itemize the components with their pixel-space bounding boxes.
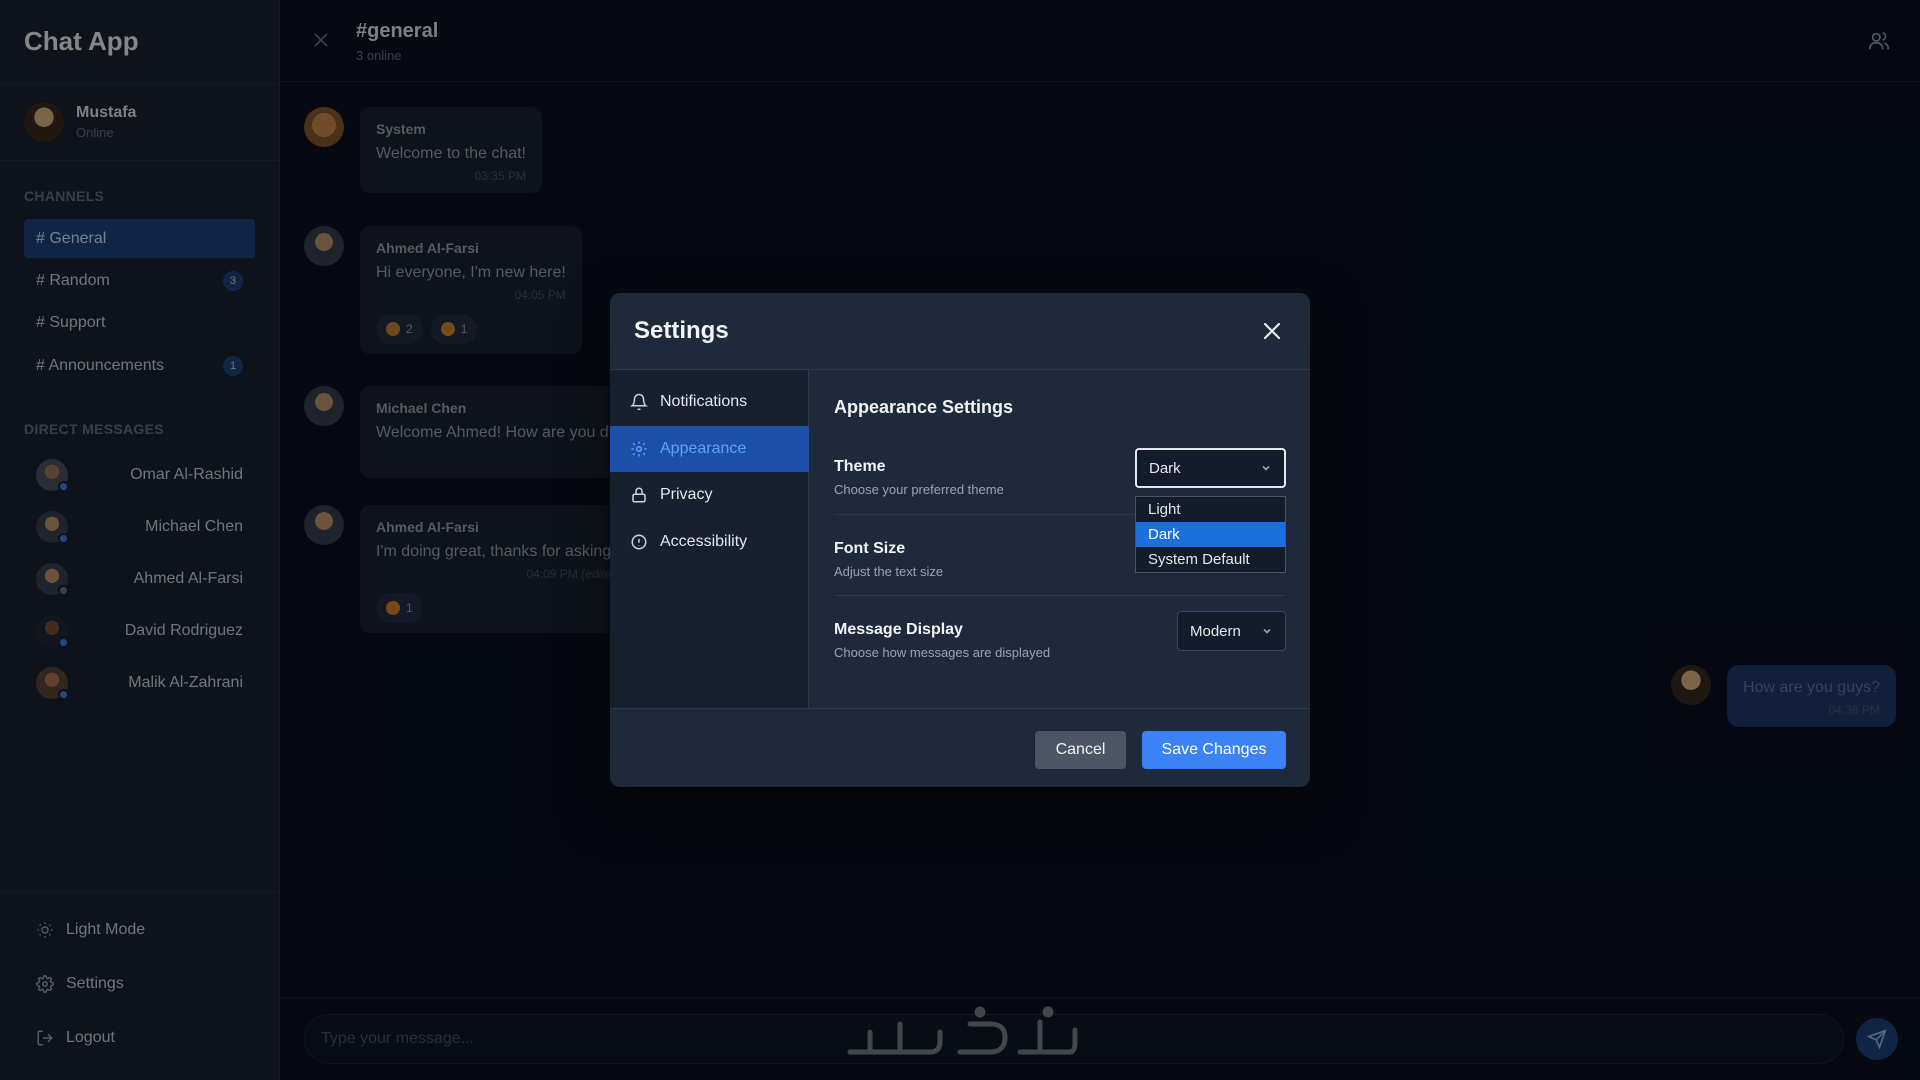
modal-title: Settings [634,317,729,344]
nav-label: Notifications [660,393,748,410]
select-value: Modern [1190,622,1241,640]
modal-footer: Cancel Save Changes [610,708,1310,787]
close-icon[interactable] [1262,321,1282,341]
info-icon [631,534,647,550]
modal-header: Settings [610,293,1310,370]
theme-dropdown: Light Dark System Default [1135,496,1286,573]
settings-nav: Notifications Appearance Privacy Accessi… [610,370,809,708]
tab-privacy[interactable]: Privacy [610,472,809,518]
select-value: Dark [1149,459,1181,477]
message-display-select[interactable]: Modern [1177,611,1286,651]
tab-accessibility[interactable]: Accessibility [610,519,809,565]
chevron-down-icon [1262,465,1270,471]
tab-appearance[interactable]: Appearance [610,426,809,472]
theme-option-light[interactable]: Light [1136,497,1285,522]
theme-select[interactable]: Dark [1135,448,1286,488]
theme-option-system-default[interactable]: System Default [1136,547,1285,572]
save-changes-button[interactable]: Save Changes [1142,731,1286,769]
gear-icon [631,441,647,457]
chevron-down-icon [1263,628,1271,634]
nav-label: Appearance [660,440,747,457]
theme-option-dark[interactable]: Dark [1136,522,1285,547]
lock-icon [632,487,646,503]
divider [834,595,1285,596]
section-title: Appearance Settings [834,397,1014,417]
bell-icon [630,393,648,411]
nav-label: Privacy [660,486,713,503]
nav-label: Accessibility [660,533,748,550]
tab-notifications[interactable]: Notifications [610,379,809,425]
cancel-button[interactable]: Cancel [1035,731,1126,769]
